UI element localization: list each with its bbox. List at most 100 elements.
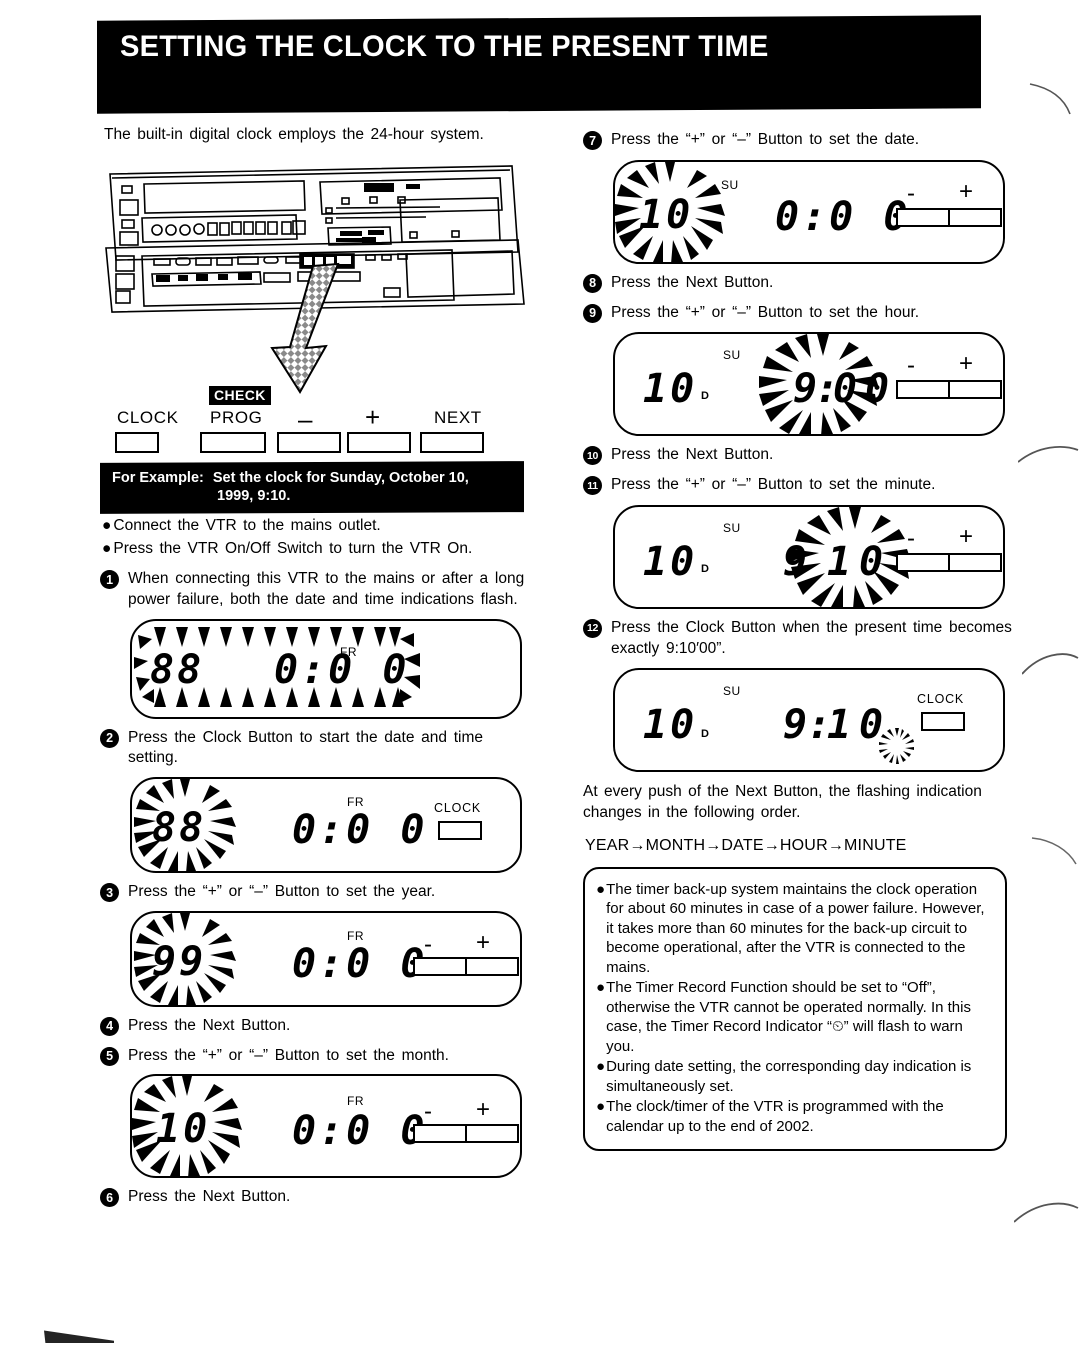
- note-text: The timer back-up system maintains the c…: [606, 880, 985, 976]
- lcd-3-minus-label: -: [424, 930, 432, 958]
- prep-bullet-text: Connect the VTR to the mains outlet.: [113, 516, 381, 534]
- step-text: Press the “+” or “–” Button to set the y…: [128, 883, 436, 901]
- step-6: 6 Press the Next Button.: [100, 1187, 532, 1208]
- lcd-3-plus-label: +: [476, 928, 491, 956]
- step-2: 2 Press the Clock Button to start the da…: [100, 728, 532, 770]
- scan-smudge-artifact: [44, 1330, 114, 1343]
- note-0: ● The timer back-up system maintains the…: [596, 880, 992, 978]
- lcd-display-7: 10 D SU 9 1 0 - +: [613, 504, 1005, 609]
- step-text: When connecting this VTR to the mains or…: [128, 570, 525, 608]
- lcd-6-plus-key[interactable]: [948, 380, 1002, 400]
- intro-text: The built-in digital clock employs the 2…: [104, 126, 484, 143]
- prep-bullet-0: ● Connect the VTR to the mains outlet.: [102, 516, 532, 537]
- lcd-4-date: 10: [156, 1106, 211, 1153]
- lcd-5-time: 0:0 0: [775, 193, 911, 240]
- step-5: 5 Press the “+” or “–” Button to set the…: [100, 1046, 532, 1067]
- prog-button-label: PROG: [210, 408, 263, 427]
- note-3: ● The clock/timer of the VTR is programm…: [596, 1097, 992, 1136]
- step-9: 9 Press the “+” or “–” Button to set the…: [583, 303, 1015, 324]
- step-text: Press the Next Button.: [128, 1188, 291, 1206]
- step-number: 11: [583, 476, 602, 496]
- step-text: Press the Next Button.: [611, 273, 774, 291]
- next-button[interactable]: [420, 432, 484, 453]
- lcd-6-weekday: SU: [723, 348, 741, 363]
- step-number: 9: [583, 303, 602, 323]
- plus-button[interactable]: [347, 432, 411, 453]
- button-callout-row: CHECK CLOCK PROG – + NEXT: [112, 386, 512, 453]
- scan-curl-artifact: [1018, 445, 1079, 463]
- lcd-7-minus-key[interactable]: [896, 552, 950, 572]
- lcd-3-minus-key[interactable]: [413, 956, 467, 976]
- step-text: Press the “+” or “–” Button to set the m…: [128, 1046, 449, 1064]
- minus-button-label: –: [298, 404, 314, 434]
- lcd-7-minus-label: -: [907, 524, 915, 552]
- step-number: 12: [583, 618, 602, 638]
- lcd-7-plus-key[interactable]: [948, 552, 1002, 572]
- lcd-display-6: 10 D SU 9 : 0 0 - +: [613, 332, 1005, 437]
- check-tag-label: CHECK: [209, 386, 271, 405]
- lcd-1-time: 0:0 0: [274, 646, 410, 693]
- lcd-4-plus-label: +: [476, 1096, 491, 1124]
- step-text: Press the Clock Button to start the date…: [128, 728, 484, 767]
- clock-button[interactable]: [115, 432, 159, 453]
- step-10: 10 Press the Next Button.: [583, 445, 1015, 466]
- lcd-4-minus-label: -: [424, 1098, 432, 1126]
- step-number: 10: [583, 446, 602, 466]
- lcd-5-plus-key[interactable]: [948, 207, 1002, 227]
- lcd-2-clock-key[interactable]: [438, 821, 482, 841]
- step-number: 7: [583, 131, 602, 150]
- right-column: 7 Press the “+” or “–” Button to set the…: [583, 130, 1015, 1152]
- step-text: Press the “+” or “–” Button to set the h…: [611, 303, 920, 321]
- bullet-dot: ●: [102, 540, 112, 558]
- vcr-illustration: CHECK CLOCK PROG – + NEXT: [100, 152, 532, 453]
- lcd-5-minus-key[interactable]: [896, 207, 950, 227]
- step-number: 4: [100, 1016, 119, 1036]
- minus-button[interactable]: [277, 432, 341, 453]
- note-text: During date setting, the corresponding d…: [606, 1058, 972, 1095]
- lcd-4-minus-key[interactable]: [413, 1124, 467, 1144]
- lcd-7-weekday: SU: [723, 520, 741, 535]
- lcd-display-2: 88 FR 0:0 0 CLOCK: [130, 777, 522, 874]
- step-text: Press the Next Button.: [611, 446, 774, 464]
- bullet-dot: ●: [596, 880, 606, 898]
- step-number: 5: [100, 1046, 119, 1066]
- lcd-8-clock-key[interactable]: [921, 712, 965, 732]
- note-text: The clock/timer of the VTR is programmed…: [606, 1098, 944, 1135]
- lcd-3-plus-key[interactable]: [465, 956, 519, 976]
- bullet-dot: ●: [596, 1098, 606, 1116]
- step-7: 7 Press the “+” or “–” Button to set the…: [583, 130, 1015, 151]
- prog-button[interactable]: [200, 432, 266, 453]
- lcd-8-day-index: D: [701, 728, 709, 741]
- lcd-7-minute-tens: 1: [827, 538, 855, 585]
- pointer-arrow: [270, 262, 340, 394]
- for-example-label: For Example:: [112, 469, 204, 486]
- notes-box: ● The timer back-up system maintains the…: [583, 866, 1007, 1152]
- lcd-7-date: 10: [643, 538, 698, 585]
- clock-button-label: CLOCK: [117, 408, 179, 427]
- step-number: 6: [100, 1188, 119, 1208]
- order-paragraph: At every push of the Next Button, the fl…: [583, 783, 982, 821]
- lcd-7-minute-ones: 0: [859, 538, 887, 585]
- lcd-5-minus-label: -: [907, 179, 915, 207]
- lcd-6-minus-key[interactable]: [896, 380, 950, 400]
- for-example-box: For Example: Set the clock for Sunday, Oc…: [100, 461, 524, 514]
- bullet-dot: ●: [102, 516, 112, 534]
- scan-curl-artifact: [1031, 837, 1077, 865]
- lcd-7-plus-label: +: [959, 522, 974, 550]
- step-4: 4 Press the Next Button.: [100, 1016, 532, 1037]
- note-1: ● The Timer Record Function should be se…: [596, 978, 992, 1056]
- lcd-1-date: 88: [150, 646, 205, 693]
- step-text: Press the “+” or “–” Button to set the m…: [611, 476, 936, 494]
- next-button-label: NEXT: [434, 408, 482, 427]
- lcd-5-plus-label: +: [959, 177, 974, 205]
- step-8: 8 Press the Next Button.: [583, 273, 1015, 294]
- lcd-5-date: 10: [639, 191, 694, 238]
- lcd-display-8: 10 D SU 9 : 1 0 CLOCK: [613, 668, 1005, 773]
- lcd-6-minute-ones: 0: [865, 366, 893, 413]
- scan-curl-artifact: [1014, 1202, 1079, 1223]
- step-number: 3: [100, 883, 119, 903]
- step-number: 8: [583, 273, 602, 293]
- lcd-4-plus-key[interactable]: [465, 1124, 519, 1144]
- lcd-2-time: 0:0 0: [292, 807, 428, 854]
- manual-page: SETTING THE CLOCK TO THE PRESENT TIME Th…: [0, 0, 1080, 1353]
